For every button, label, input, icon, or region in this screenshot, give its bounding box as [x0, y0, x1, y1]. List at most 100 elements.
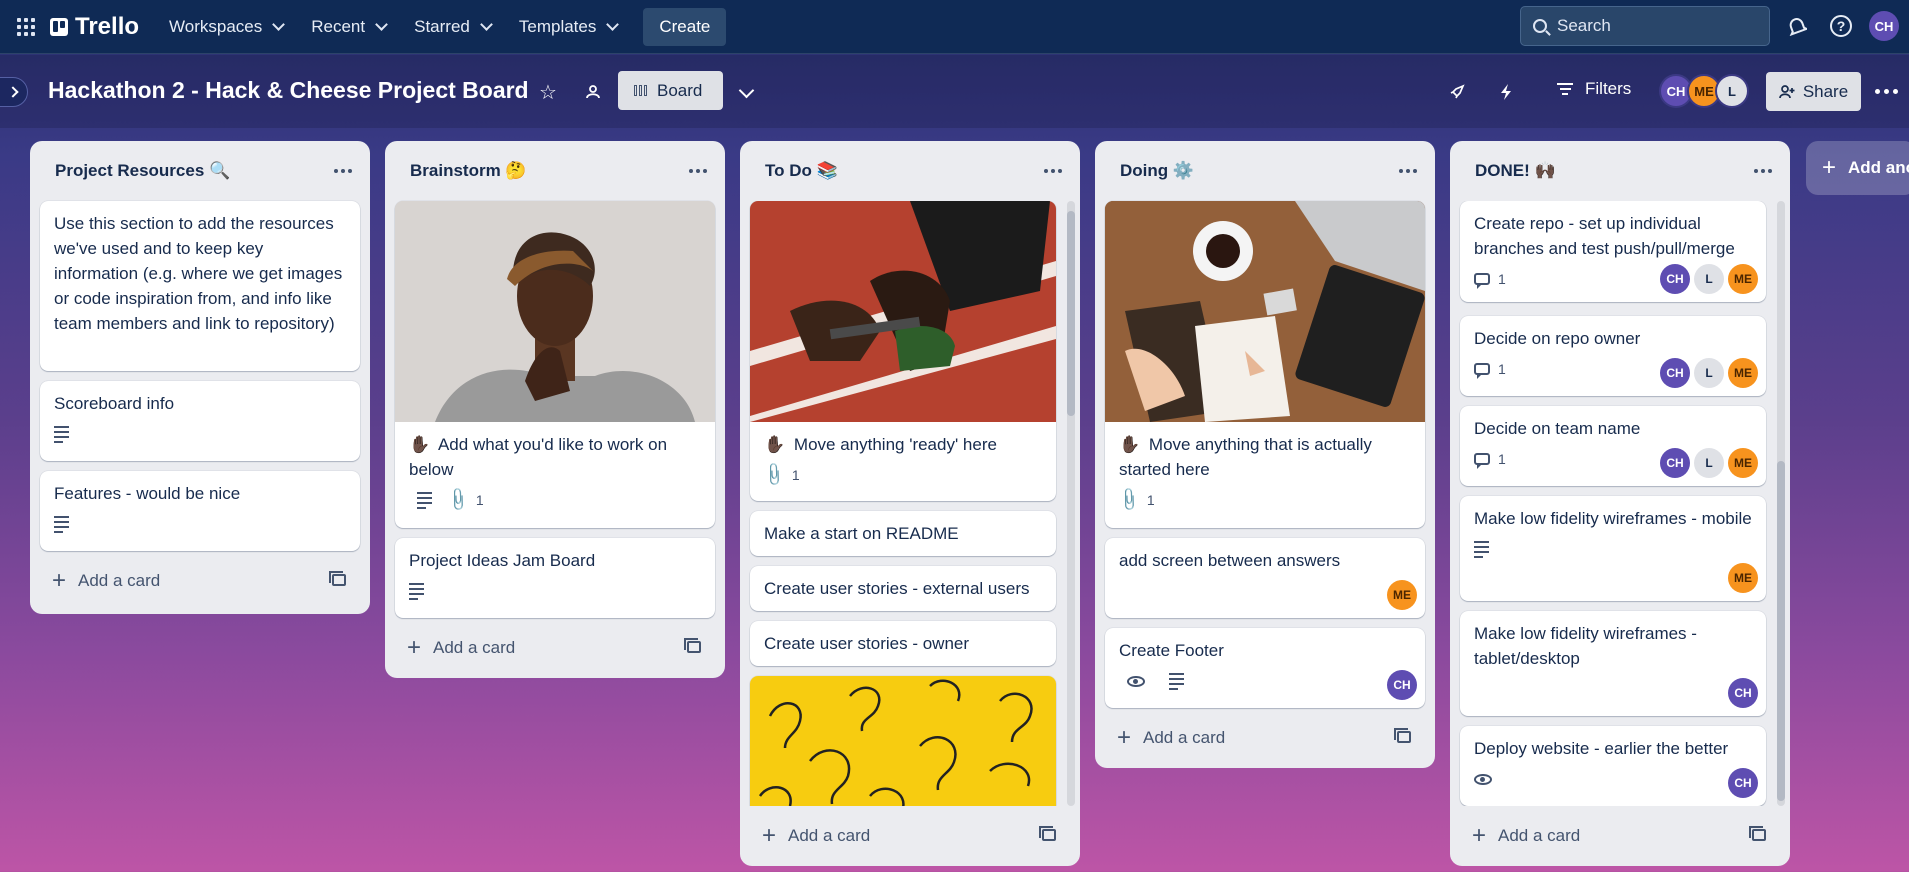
help-icon[interactable]: ? — [1828, 13, 1854, 39]
card[interactable]: Create user stories - external users — [750, 566, 1056, 611]
card[interactable] — [750, 676, 1056, 806]
member-avatar[interactable]: CH — [1660, 358, 1690, 388]
card[interactable]: Features - would be nice — [40, 471, 360, 551]
member-avatar[interactable]: ME — [1728, 264, 1758, 294]
plus-icon: + — [52, 567, 67, 594]
add-card-button[interactable]: + Add a card — [395, 628, 715, 668]
list-scroll-thumb[interactable] — [1067, 211, 1075, 416]
card-title: ✋🏿 Move anything that is actually starte… — [1119, 435, 1372, 479]
view-switcher-chevron-icon[interactable] — [738, 82, 755, 99]
board-view-button[interactable]: Board — [618, 71, 723, 110]
workspace-visibility-icon[interactable] — [580, 79, 606, 105]
member-avatar[interactable]: L — [1694, 264, 1724, 294]
list-title[interactable]: Project Resources 🔍 — [55, 161, 230, 181]
card-title: Create Footer — [1119, 641, 1224, 660]
member-avatar[interactable]: ME — [1728, 448, 1758, 478]
watch-eye-icon — [1474, 773, 1492, 785]
list-menu-more-icon[interactable] — [1391, 161, 1425, 181]
trello-logo-icon — [50, 17, 68, 36]
card-members: CH L ME — [1660, 264, 1758, 294]
board-title[interactable]: Hackathon 2 - Hack & Cheese Project Boar… — [48, 77, 529, 104]
card[interactable]: ✋🏿 Move anything 'ready' here 📎 1 — [750, 201, 1056, 501]
card-cover-image — [750, 676, 1056, 806]
card[interactable]: Make low fidelity wireframes - tablet/de… — [1460, 611, 1766, 716]
member-avatar[interactable]: ME — [1728, 563, 1758, 593]
card[interactable]: Decide on team name 1 CH L ME — [1460, 406, 1766, 486]
list-menu-more-icon[interactable] — [1746, 161, 1780, 181]
list-menu-more-icon[interactable] — [1036, 161, 1070, 181]
card[interactable]: Scoreboard info — [40, 381, 360, 461]
app-switcher-icon[interactable] — [10, 11, 42, 43]
member-avatar[interactable]: CH — [1660, 264, 1690, 294]
workspaces-menu[interactable]: Workspaces — [159, 9, 293, 45]
card[interactable]: add screen between answers ME — [1105, 538, 1425, 618]
list-title[interactable]: To Do 📚 — [765, 161, 838, 181]
member-avatar[interactable]: CH — [1387, 670, 1417, 700]
create-from-template-icon[interactable] — [1749, 826, 1766, 841]
templates-menu[interactable]: Templates — [509, 9, 627, 45]
member-avatar[interactable]: CH — [1660, 448, 1690, 478]
card[interactable]: ✋🏿 Move anything that is actually starte… — [1105, 201, 1425, 528]
star-icon[interactable]: ☆ — [535, 79, 561, 105]
notifications-bell-icon[interactable] — [1784, 13, 1810, 39]
card[interactable]: Create user stories - owner — [750, 621, 1056, 666]
add-card-button[interactable]: + Add a card — [1105, 718, 1425, 758]
member-avatar[interactable]: ME — [1387, 580, 1417, 610]
card[interactable]: Make low fidelity wireframes - mobile ME — [1460, 496, 1766, 601]
share-button[interactable]: Share — [1766, 72, 1861, 111]
list-menu-more-icon[interactable] — [326, 161, 360, 181]
add-list-button[interactable]: + Add another list — [1806, 141, 1909, 195]
add-card-label: Add a card — [433, 638, 516, 657]
add-card-button[interactable]: + Add a card — [750, 816, 1070, 856]
list-title[interactable]: Doing ⚙️ — [1120, 161, 1194, 181]
list-title[interactable]: DONE! 🙌🏿 — [1475, 161, 1556, 181]
card-title: add screen between answers — [1119, 551, 1341, 570]
add-card-button[interactable]: + Add a card — [1460, 816, 1780, 856]
card-members: ME — [1728, 563, 1758, 593]
member-avatar[interactable]: CH — [1728, 678, 1758, 708]
member-avatar[interactable]: L — [1694, 448, 1724, 478]
card[interactable]: ✋🏿 Add what you'd like to work on below … — [395, 201, 715, 528]
filters-button[interactable]: Filters — [1557, 79, 1631, 99]
card[interactable]: Create repo - set up individual branches… — [1460, 201, 1766, 302]
list-cards-scroll[interactable]: ✋🏿 Move anything 'ready' here 📎 1 Make a … — [740, 201, 1080, 806]
automation-bolt-icon[interactable] — [1493, 79, 1519, 105]
list-title[interactable]: Brainstorm 🤔 — [410, 161, 527, 181]
user-avatar[interactable]: CH — [1869, 11, 1899, 41]
description-icon — [417, 491, 432, 509]
list-scroll-thumb[interactable] — [1777, 461, 1785, 801]
recent-menu[interactable]: Recent — [301, 9, 396, 45]
card-title: ✋🏿 Add what you'd like to work on below — [409, 435, 668, 479]
starred-menu[interactable]: Starred — [404, 9, 501, 45]
power-ups-rocket-icon[interactable] — [1444, 79, 1470, 105]
member-avatar[interactable]: L — [1715, 74, 1749, 108]
add-card-button[interactable]: + Add a card — [40, 561, 360, 601]
create-from-template-icon[interactable] — [329, 571, 346, 586]
card[interactable]: Project Ideas Jam Board — [395, 538, 715, 618]
list-menu-more-icon[interactable] — [681, 161, 715, 181]
list-cards-scroll[interactable]: Create repo - set up individual branches… — [1450, 201, 1790, 806]
trello-logo[interactable]: Trello — [50, 13, 139, 41]
create-button[interactable]: Create — [643, 7, 727, 46]
create-from-template-icon[interactable] — [1039, 826, 1056, 841]
plus-icon: + — [1822, 154, 1837, 181]
search-input[interactable]: Search — [1520, 6, 1770, 46]
sidebar-toggle-icon[interactable] — [0, 77, 28, 107]
chevron-down-icon — [272, 17, 286, 31]
card[interactable]: Decide on repo owner 1 CH L ME — [1460, 316, 1766, 396]
add-card-label: Add a card — [788, 826, 871, 845]
create-from-template-icon[interactable] — [1394, 728, 1411, 743]
card[interactable]: Make a start on README — [750, 511, 1056, 556]
card[interactable]: Use this section to add the resources we… — [40, 201, 360, 371]
board-menu-more-icon[interactable] — [1875, 89, 1898, 94]
share-label: Share — [1802, 81, 1849, 101]
card[interactable]: Deploy website - earlier the better CH — [1460, 726, 1766, 806]
search-icon — [1533, 19, 1547, 33]
card[interactable]: Create Footer CH — [1105, 628, 1425, 708]
member-avatar[interactable]: CH — [1728, 768, 1758, 798]
member-avatar[interactable]: ME — [1728, 358, 1758, 388]
create-from-template-icon[interactable] — [684, 638, 701, 653]
member-avatar[interactable]: L — [1694, 358, 1724, 388]
comment-icon — [1474, 363, 1490, 379]
attachments-badge: 📎 1 — [444, 487, 484, 514]
